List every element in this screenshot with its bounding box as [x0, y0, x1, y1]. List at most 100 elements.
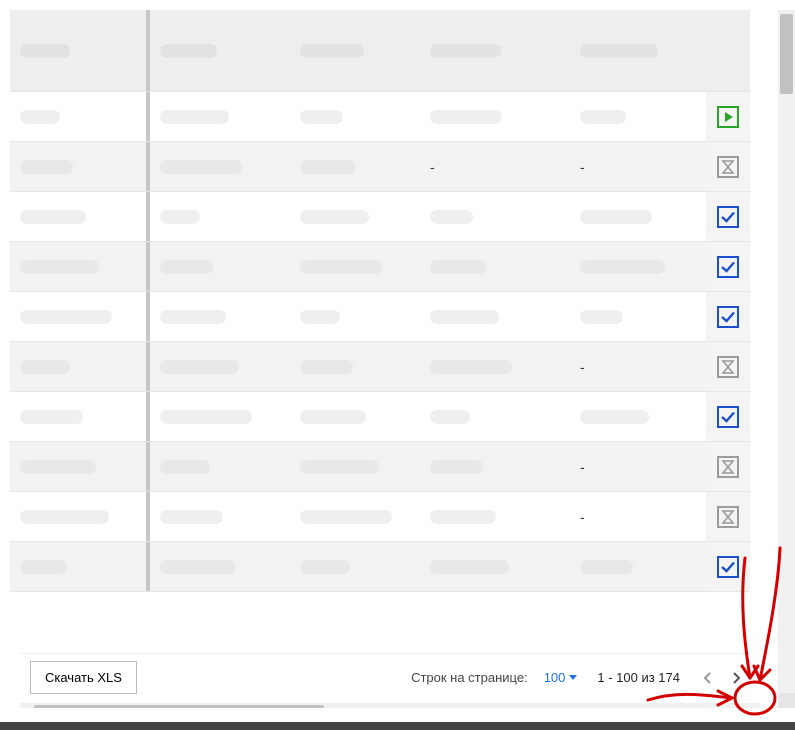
column-header[interactable]: [420, 10, 570, 91]
cell-value-redacted: [20, 310, 112, 324]
chevron-right-icon: [731, 672, 741, 684]
table-container: ----- Скачать XLS Строк на странице: 100…: [10, 10, 760, 708]
table-row[interactable]: -: [10, 442, 750, 492]
table-cell: [570, 292, 710, 341]
table-row[interactable]: [10, 242, 750, 292]
hourglass-icon[interactable]: [716, 505, 740, 529]
check-icon[interactable]: [716, 305, 740, 329]
table-row[interactable]: [10, 392, 750, 442]
status-cell: [706, 392, 750, 442]
cell-value-redacted: [160, 110, 229, 124]
table-cell: [420, 242, 570, 291]
scroll-right-arrow[interactable]: ▸: [745, 703, 760, 708]
cell-value-redacted: [20, 110, 60, 124]
table-cell: [570, 192, 710, 241]
cell-value-redacted: [20, 510, 109, 524]
cell-value-redacted: [580, 210, 652, 224]
column-header[interactable]: [150, 10, 290, 91]
cell-value-redacted: [160, 210, 200, 224]
cell-value-redacted: [300, 160, 356, 174]
cell-value-redacted: [300, 510, 392, 524]
table-cell: [150, 292, 290, 341]
vertical-scrollbar[interactable]: [778, 10, 795, 708]
cell-value-redacted: [430, 560, 509, 574]
column-header[interactable]: [10, 10, 150, 91]
page-size-select[interactable]: 100: [544, 670, 578, 685]
cell-value: -: [430, 159, 435, 175]
hourglass-icon[interactable]: [716, 355, 740, 379]
header-text-redacted: [160, 44, 217, 58]
check-icon[interactable]: [716, 555, 740, 579]
cell-value-redacted: [20, 210, 86, 224]
cell-value-redacted: [300, 460, 379, 474]
cell-value: -: [580, 359, 585, 375]
cell-value-redacted: [430, 510, 496, 524]
cell-value: -: [580, 159, 585, 175]
table-cell: [10, 492, 150, 541]
cell-value-redacted: [20, 260, 99, 274]
table-cell: [420, 442, 570, 491]
scroll-left-arrow[interactable]: ◂: [20, 703, 35, 708]
status-cell: [706, 142, 750, 192]
table-row[interactable]: [10, 542, 750, 592]
table-cell: [150, 442, 290, 491]
check-icon[interactable]: [716, 205, 740, 229]
table-cell: -: [570, 442, 710, 491]
table-row[interactable]: [10, 192, 750, 242]
hourglass-icon[interactable]: [716, 155, 740, 179]
vertical-scroll-thumb[interactable]: [780, 14, 793, 94]
table-cell: [10, 292, 150, 341]
table-cell: [570, 542, 710, 591]
window-bottom-edge: [0, 722, 795, 730]
status-cell: [706, 242, 750, 292]
cell-value-redacted: [580, 410, 649, 424]
table-cell: [10, 342, 150, 391]
table-cell: [290, 142, 420, 191]
hourglass-icon[interactable]: [716, 455, 740, 479]
download-xls-button[interactable]: Скачать XLS: [30, 661, 137, 694]
table-cell: [150, 492, 290, 541]
table-cell: [10, 192, 150, 241]
play-icon[interactable]: [716, 105, 740, 129]
table-cell: [10, 142, 150, 191]
table-row[interactable]: [10, 92, 750, 142]
table-cell: -: [420, 142, 570, 191]
header-text-redacted: [20, 44, 70, 58]
table-row[interactable]: -: [10, 492, 750, 542]
cell-value-redacted: [430, 310, 499, 324]
cell-value-redacted: [430, 210, 473, 224]
table-cell: [150, 342, 290, 391]
table-row[interactable]: --: [10, 142, 750, 192]
prev-page-button[interactable]: [694, 664, 722, 692]
table-row[interactable]: -: [10, 342, 750, 392]
table-cell: [10, 92, 150, 141]
cell-value: -: [580, 459, 585, 475]
table-cell: -: [570, 492, 710, 541]
table-cell: [290, 392, 420, 441]
cell-value-redacted: [580, 560, 633, 574]
status-cell: [706, 92, 750, 142]
table-cell: [150, 92, 290, 141]
horizontal-scrollbar[interactable]: ◂ ▸: [20, 703, 760, 708]
table-cell: [420, 342, 570, 391]
cell-value-redacted: [20, 560, 67, 574]
page-range-text: 1 - 100 из 174: [597, 670, 680, 685]
table-cell: [420, 392, 570, 441]
check-icon[interactable]: [716, 255, 740, 279]
cell-value-redacted: [160, 260, 213, 274]
table-cell: [290, 442, 420, 491]
next-page-button[interactable]: [722, 664, 750, 692]
table-cell: [150, 192, 290, 241]
cell-value-redacted: [580, 260, 665, 274]
horizontal-scroll-thumb[interactable]: [34, 705, 324, 708]
cell-value-redacted: [160, 560, 236, 574]
column-header[interactable]: [570, 10, 710, 91]
check-icon[interactable]: [716, 405, 740, 429]
cell-value-redacted: [430, 260, 486, 274]
scroll-corner[interactable]: [778, 693, 795, 708]
column-header[interactable]: [290, 10, 420, 91]
cell-value-redacted: [160, 510, 223, 524]
page-size-value: 100: [544, 670, 566, 685]
cell-value-redacted: [300, 310, 340, 324]
table-row[interactable]: [10, 292, 750, 342]
